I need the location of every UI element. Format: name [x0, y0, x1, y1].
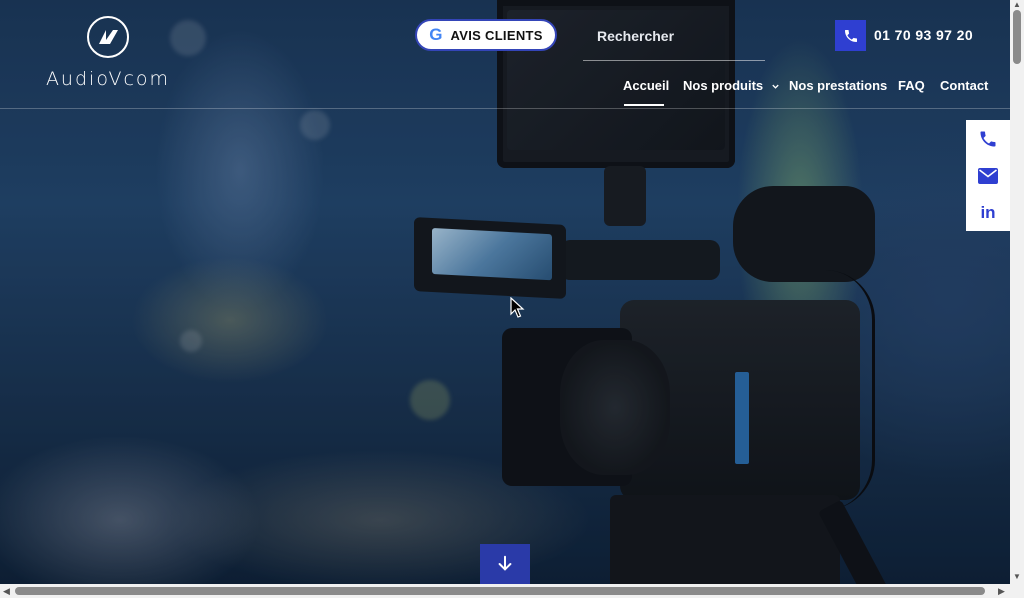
bokeh-light	[410, 380, 450, 420]
side-contact-panel: in	[966, 120, 1010, 231]
scroll-up-arrow-icon[interactable]: ▲	[1013, 0, 1021, 9]
bokeh-light	[300, 110, 330, 140]
horizontal-scroll-thumb[interactable]	[15, 587, 985, 595]
nav-active-indicator	[624, 104, 664, 106]
side-mail-button[interactable]	[966, 157, 1010, 194]
header-divider	[0, 108, 1010, 109]
camera-mount	[604, 166, 646, 226]
arrow-down-icon	[498, 555, 512, 571]
camera-tripod	[610, 495, 840, 584]
camera-lens-hood	[502, 328, 632, 486]
camera-blue-strip	[735, 372, 749, 464]
nav-item-nos-prestations[interactable]: Nos prestations	[789, 78, 887, 93]
horizontal-scrollbar[interactable]: ◀ ▶	[0, 584, 1024, 598]
phone-icon	[844, 29, 857, 42]
camera-flip-screen	[414, 217, 566, 299]
search-box	[583, 18, 769, 61]
scroll-right-arrow-icon[interactable]: ▶	[998, 586, 1005, 597]
nav-item-faq[interactable]: FAQ	[898, 78, 925, 93]
side-phone-button[interactable]	[966, 120, 1010, 157]
scroll-down-arrow-icon[interactable]: ▼	[1013, 572, 1021, 581]
vertical-scroll-thumb[interactable]	[1013, 10, 1021, 64]
tripod-leg	[818, 499, 888, 584]
camera-handle	[560, 240, 720, 280]
camera-eyepiece	[733, 186, 875, 282]
logo-text: AudioVcom	[45, 68, 171, 90]
logo-mark-icon	[87, 16, 129, 58]
scroll-down-button[interactable]	[480, 544, 530, 584]
chevron-down-icon	[772, 84, 779, 89]
linkedin-icon: in	[980, 202, 996, 222]
phone-button[interactable]	[835, 20, 866, 51]
mail-icon	[978, 167, 998, 184]
camera-lens	[560, 340, 670, 475]
nav-item-contact[interactable]: Contact	[940, 78, 988, 93]
nav-item-label: Nos produits	[683, 78, 764, 93]
nav-item-accueil[interactable]: Accueil	[623, 78, 669, 93]
bokeh-light	[170, 20, 206, 56]
side-linkedin-button[interactable]: in	[966, 194, 1010, 231]
mouse-cursor-icon	[510, 297, 525, 318]
vertical-scrollbar[interactable]: ▲ ▼	[1010, 0, 1024, 584]
customer-reviews-button[interactable]: G AVIS CLIENTS	[415, 19, 557, 51]
phone-icon	[980, 131, 996, 146]
customer-reviews-label: AVIS CLIENTS	[450, 27, 543, 43]
camera-cable	[822, 270, 875, 510]
nav-item-nos-produits[interactable]: Nos produits	[683, 78, 780, 93]
phone-number[interactable]: 01 70 93 97 20	[874, 27, 973, 43]
site-logo[interactable]: AudioVcom	[42, 16, 174, 96]
google-g-icon: G	[429, 25, 443, 44]
search-input[interactable]	[583, 18, 769, 54]
scroll-left-arrow-icon[interactable]: ◀	[3, 586, 10, 597]
camera-body	[620, 300, 860, 500]
bokeh-light	[180, 330, 202, 352]
